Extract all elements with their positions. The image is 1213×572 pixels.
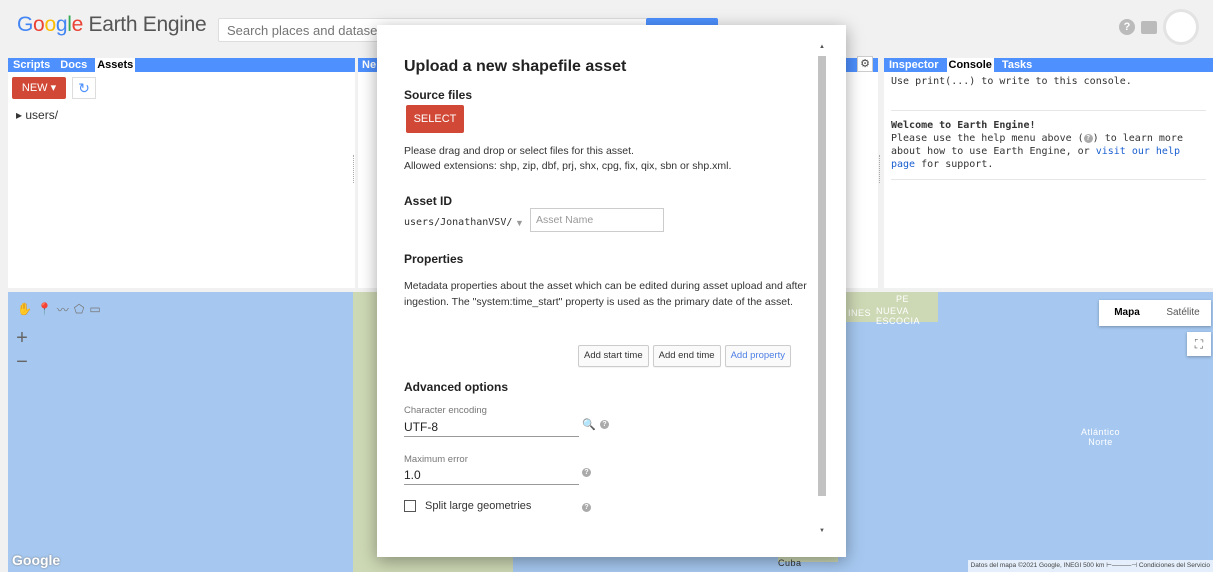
zoom-in-button[interactable]: + (12, 328, 32, 348)
upload-shapefile-dialog: Upload a new shapefile asset Source file… (377, 25, 846, 557)
zoom-out-button[interactable]: − (12, 352, 32, 372)
properties-heading: Properties (404, 252, 464, 266)
drawing-tools: ✋ 📍 〰 ⬠ ▭ (13, 298, 127, 320)
new-button[interactable]: NEW ▾ (12, 77, 66, 99)
logo-letter: o (44, 13, 56, 36)
tab-console[interactable]: Console (946, 58, 994, 72)
asset-name-input[interactable]: Asset Name (530, 208, 664, 232)
fullscreen-icon[interactable]: ⛶ (1187, 332, 1211, 356)
tab-new-script[interactable]: Ne (360, 58, 378, 72)
map-label: INES (848, 308, 872, 318)
map-type-toggle: Mapa Satélite (1099, 300, 1211, 326)
dialog-scrollbar[interactable]: ▲ ▼ (817, 44, 827, 536)
console-text: for support. (915, 159, 994, 170)
google-watermark: Google (12, 552, 61, 568)
dialog-title: Upload a new shapefile asset (404, 58, 627, 75)
tab-scripts[interactable]: Scripts (11, 58, 52, 72)
maximum-error-field[interactable]: 1.0 (404, 466, 579, 485)
console-text: Please use the help menu above ( (891, 133, 1084, 144)
feedback-icon[interactable] (1141, 20, 1157, 34)
source-files-heading: Source files (404, 88, 473, 102)
scroll-thumb[interactable] (818, 56, 826, 496)
top-icons: ? (1119, 9, 1199, 45)
character-encoding-field[interactable]: UTF-8 (404, 418, 579, 437)
right-tabbar: Inspector Console Tasks (884, 58, 1213, 72)
console-hint: Use print(...) to write to this console. (891, 75, 1206, 111)
asset-tree-root[interactable]: ▸ users/ (16, 108, 58, 122)
tab-docs[interactable]: Docs (58, 58, 89, 72)
tab-assets[interactable]: Assets (95, 58, 136, 72)
console-output: Use print(...) to write to this console.… (884, 72, 1213, 183)
help-icon[interactable]: ? (600, 420, 609, 429)
console-message: Please use the help menu above (?) to le… (891, 132, 1206, 171)
chevron-down-icon[interactable]: ▼ (515, 218, 524, 228)
properties-description: Metadata properties about the asset whic… (404, 280, 807, 308)
polygon-icon[interactable]: ⬠ (74, 302, 84, 316)
map-attribution[interactable]: Datos del mapa ©2021 Google, INEGI 500 k… (967, 560, 1213, 572)
tab-inspector[interactable]: Inspector (887, 58, 941, 72)
help-icon[interactable]: ? (582, 503, 591, 512)
marker-icon[interactable]: 📍 (37, 302, 52, 316)
map-type-satellite[interactable]: Satélite (1155, 300, 1211, 326)
scroll-down-icon[interactable]: ▼ (817, 528, 827, 534)
logo-letter: o (33, 13, 45, 36)
map-label: PE (896, 294, 910, 304)
map-label: NUEVA ESCOCIA (876, 306, 921, 326)
map-label-ocean: Atlántico Norte (1080, 427, 1120, 447)
logo-letter: g (55, 13, 68, 36)
hand-icon[interactable]: ✋ (17, 302, 32, 316)
search-icon[interactable]: 🔍 (582, 418, 596, 431)
logo-product-name: Earth Engine (88, 13, 207, 36)
map-type-map[interactable]: Mapa (1099, 300, 1155, 326)
app-logo[interactable]: Google Earth Engine (17, 13, 207, 37)
help-icon[interactable]: ? (582, 468, 591, 477)
map-label: Cuba (778, 558, 802, 568)
refresh-icon[interactable]: ↻ (72, 77, 96, 99)
select-files-button[interactable]: SELECT (406, 105, 464, 133)
console-welcome: Welcome to Earth Engine! (891, 120, 1036, 131)
left-panel: Scripts Docs Assets NEW ▾ ↻ ▸ users/ (8, 58, 355, 288)
add-property-button[interactable]: Add property (724, 345, 791, 367)
scroll-up-icon[interactable]: ▲ (817, 44, 827, 50)
drag-drop-text: Please drag and drop or select files for… (404, 145, 634, 157)
add-start-time-button[interactable]: Add start time (578, 345, 649, 367)
maximum-error-label: Maximum error (404, 454, 468, 465)
help-icon: ? (1083, 133, 1093, 143)
logo-letter: e (71, 13, 84, 36)
character-encoding-label: Character encoding (404, 405, 487, 416)
left-tabbar: Scripts Docs Assets (8, 58, 355, 72)
asset-folder-select[interactable]: users/JonathanVSV/ (404, 217, 512, 228)
add-end-time-button[interactable]: Add end time (652, 345, 721, 367)
tab-tasks[interactable]: Tasks (1000, 58, 1034, 72)
divider (891, 179, 1206, 180)
split-geometries-label: Split large geometries (425, 500, 532, 512)
property-buttons: Add start time Add end time Add property (578, 345, 791, 367)
line-icon[interactable]: 〰 (57, 301, 69, 318)
rectangle-icon[interactable]: ▭ (89, 302, 100, 316)
asset-id-heading: Asset ID (404, 194, 453, 208)
right-panel: Inspector Console Tasks Use print(...) t… (884, 58, 1213, 288)
split-geometries-checkbox[interactable] (404, 500, 416, 512)
allowed-extensions-text: Allowed extensions: shp, zip, dbf, prj, … (404, 160, 732, 172)
gear-icon[interactable]: ⚙ (857, 56, 873, 72)
help-icon[interactable]: ? (1119, 19, 1135, 35)
logo-letter: G (17, 13, 34, 36)
advanced-options-heading: Advanced options (404, 380, 509, 394)
avatar[interactable] (1163, 9, 1199, 45)
